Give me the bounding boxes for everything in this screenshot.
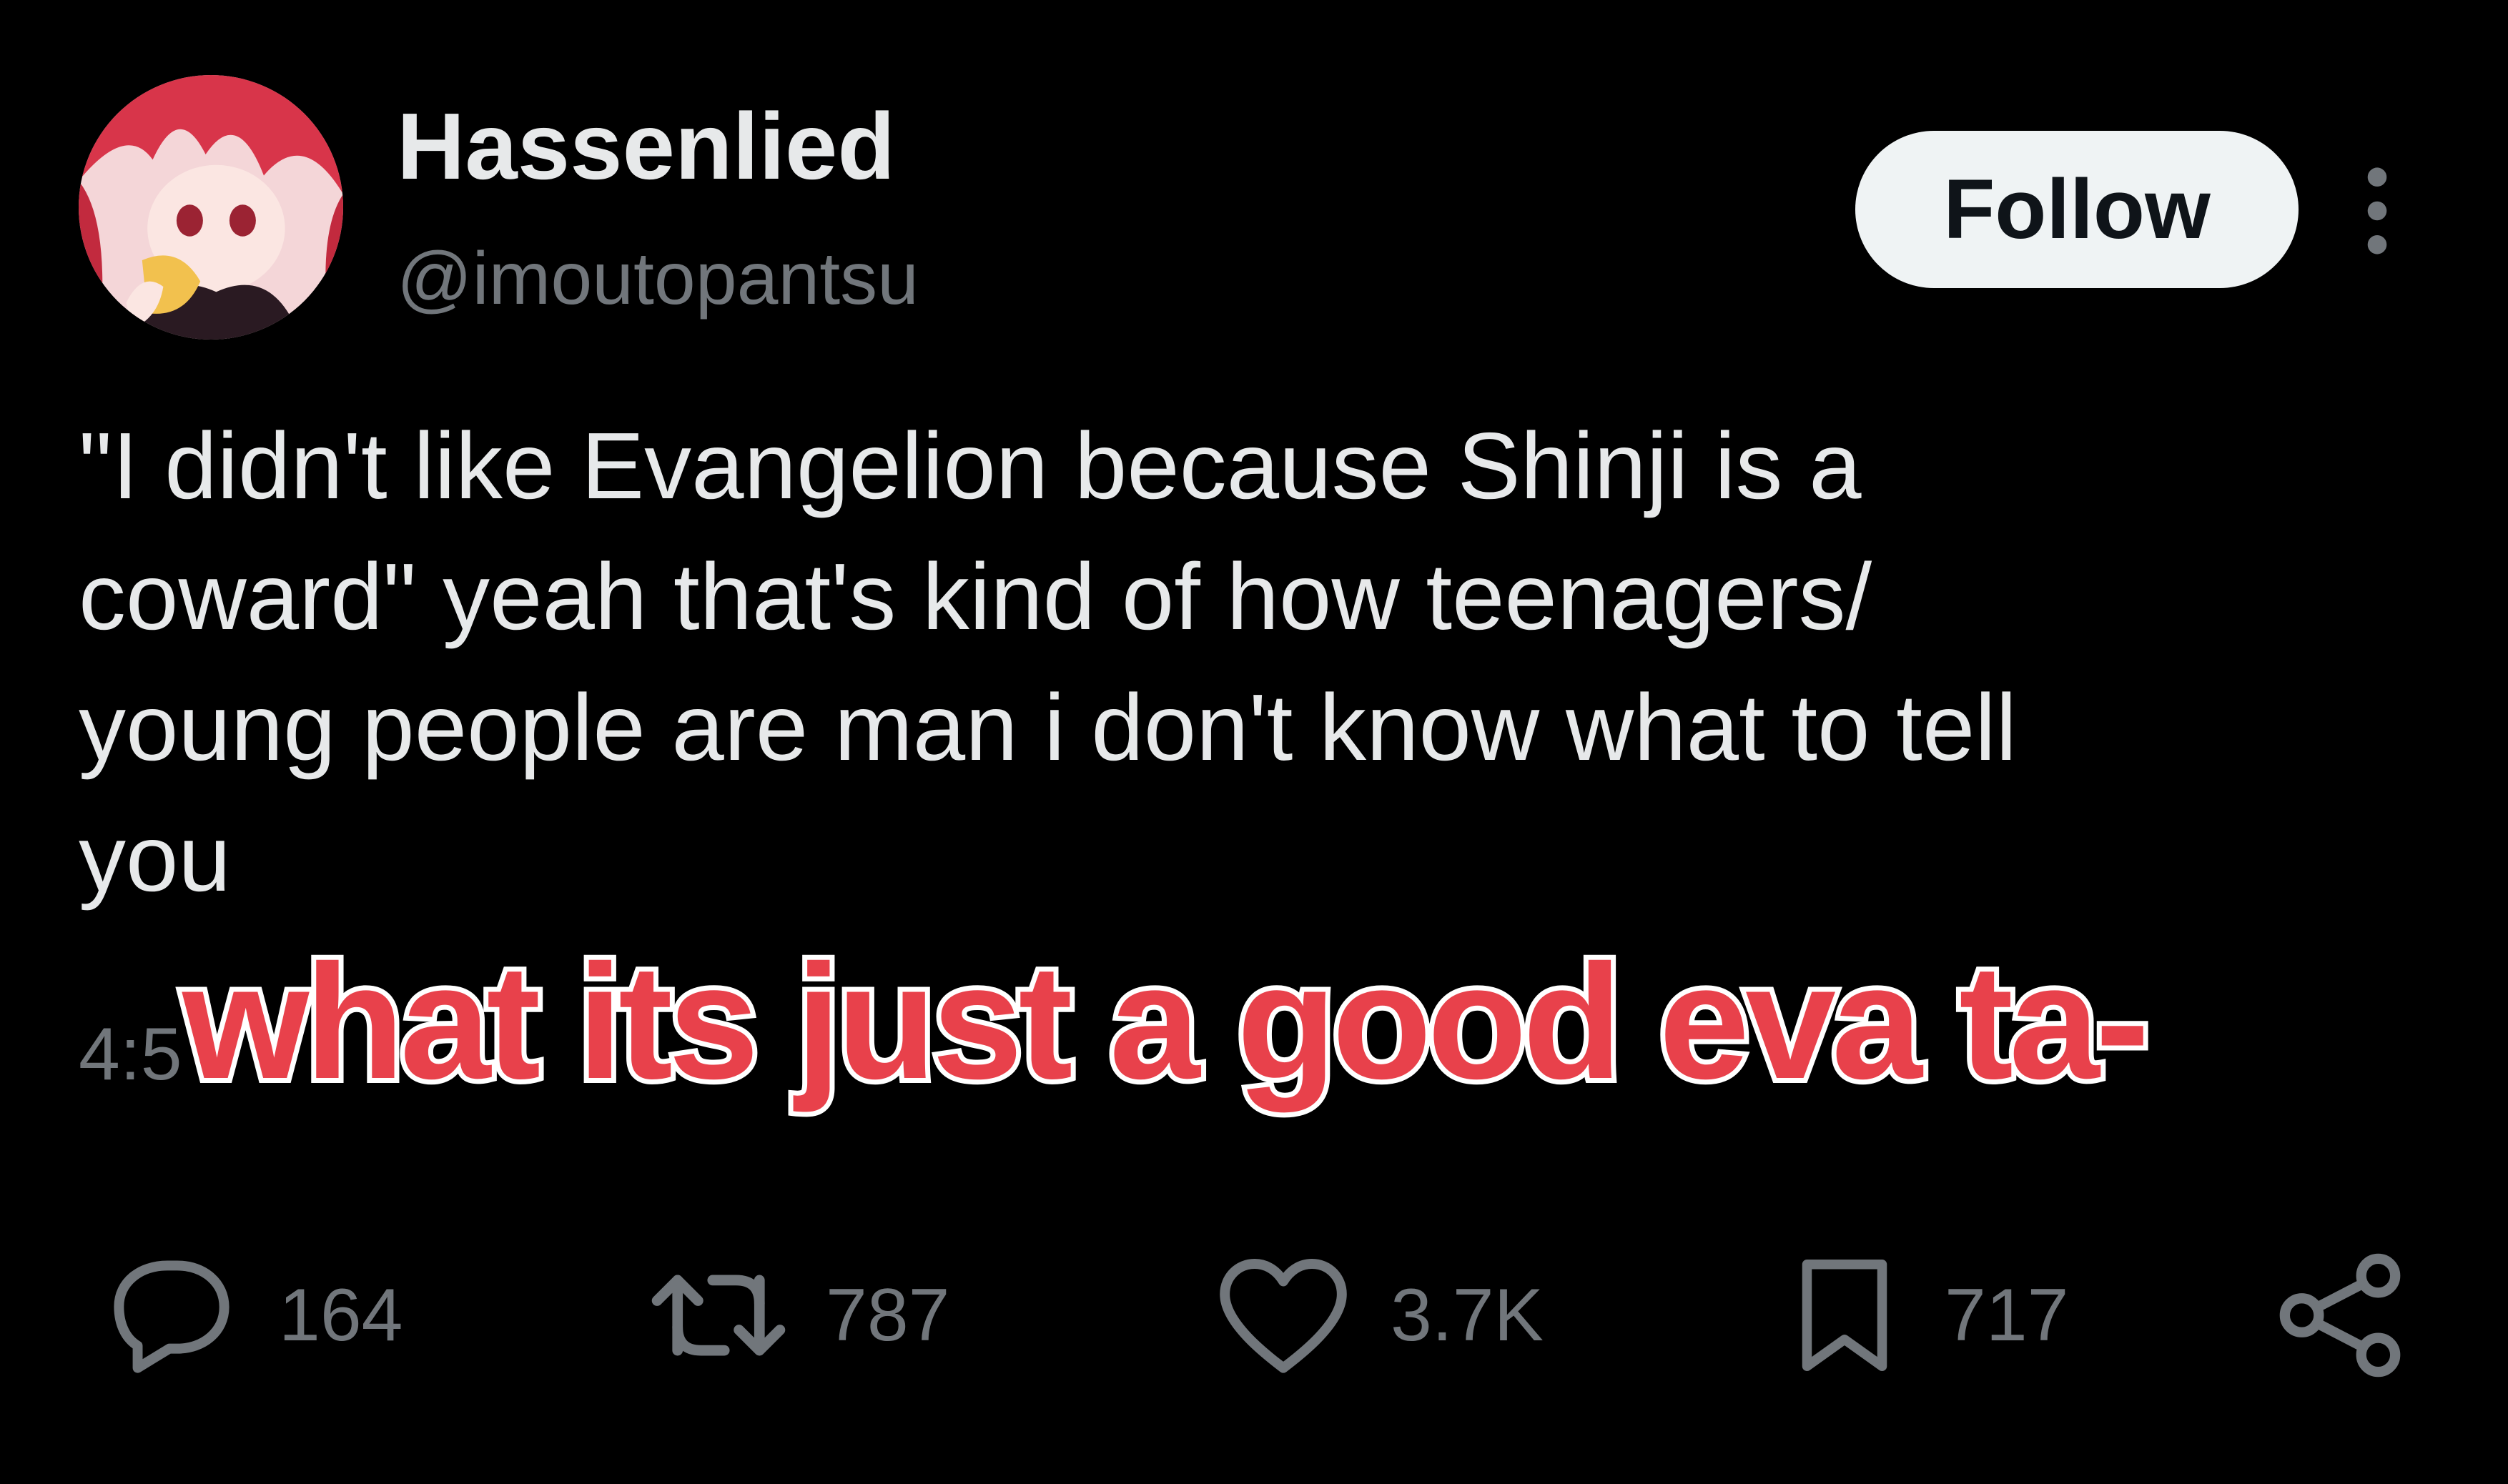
like-button[interactable]: 3.7K <box>1212 1244 1544 1387</box>
tweet-timestamp[interactable]: 4:5 <box>79 1011 182 1097</box>
bookmark-count: 717 <box>1945 1273 2069 1357</box>
tweet-text-line: "I didn't like Evangelion because Shinji… <box>79 413 1862 518</box>
author-handle[interactable]: @imoutopantsu <box>397 236 919 322</box>
reply-button[interactable]: 164 <box>100 1244 403 1387</box>
follow-button[interactable]: Follow <box>1855 131 2299 288</box>
overlay-caption: what its just a good eva ta- <box>177 926 2155 1118</box>
share-button[interactable] <box>2274 1244 2409 1387</box>
heart-icon <box>1220 1259 1347 1373</box>
tweet-text-line: young people are man i don't know what t… <box>79 675 2017 780</box>
retweet-icon <box>651 1275 786 1356</box>
tweet-text-line: coward" yeah that's kind of how teenager… <box>79 544 1872 649</box>
bookmark-icon <box>1802 1260 1887 1371</box>
like-count: 3.7K <box>1391 1273 1544 1357</box>
tweet-text-line: you <box>79 806 231 911</box>
tweet-text: "I didn't like Evangelion because Shinji… <box>79 400 2452 924</box>
bookmark-button[interactable]: 717 <box>1780 1244 2069 1387</box>
share-icon <box>2279 1253 2401 1377</box>
avatar[interactable] <box>79 75 343 340</box>
avatar-icon <box>79 75 343 340</box>
reply-icon <box>114 1260 229 1373</box>
author-display-name[interactable]: Hassenlied <box>397 93 895 200</box>
retweet-count: 787 <box>826 1273 950 1357</box>
more-vertical-icon[interactable] <box>2356 164 2399 257</box>
retweet-button[interactable]: 787 <box>647 1244 950 1387</box>
reply-count: 164 <box>279 1273 403 1357</box>
